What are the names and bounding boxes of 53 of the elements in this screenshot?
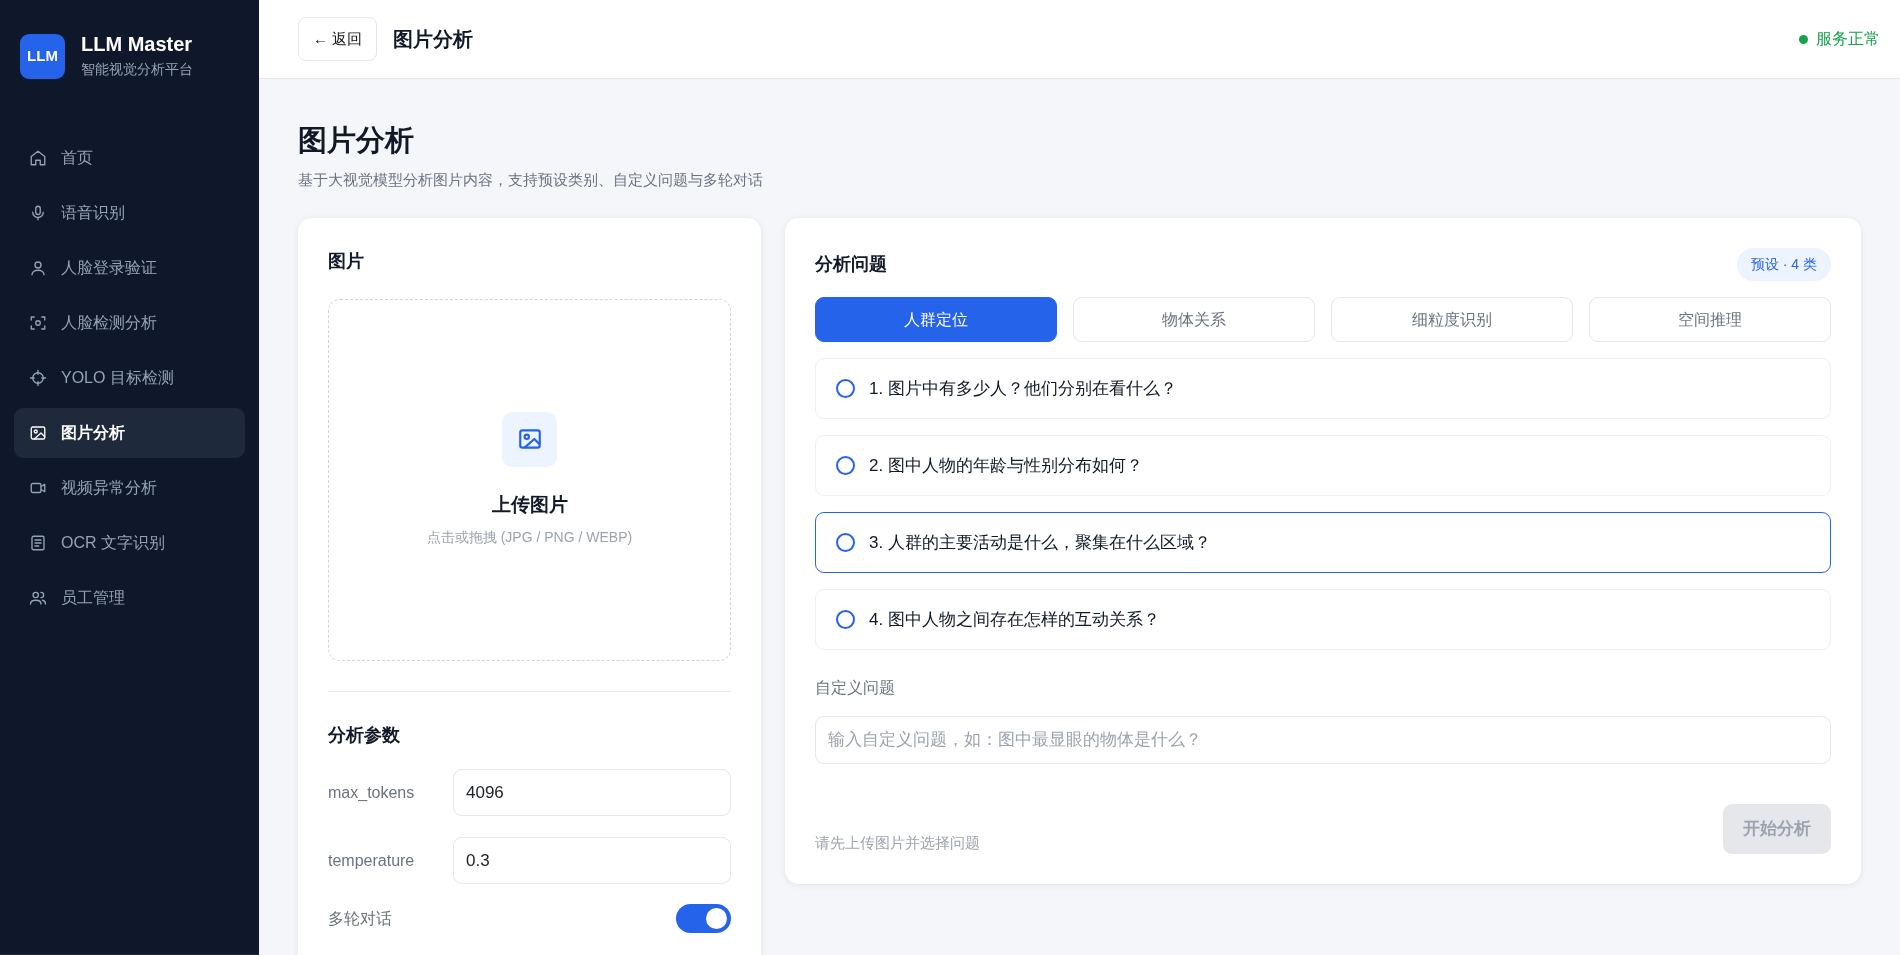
radio-button[interactable] xyxy=(836,533,855,552)
home-icon xyxy=(29,149,47,167)
radio-button[interactable] xyxy=(836,456,855,475)
sidebar-item[interactable]: 人脸检测分析 xyxy=(14,298,245,348)
back-button[interactable]: ← 返回 xyxy=(298,17,378,61)
document-icon xyxy=(29,534,47,552)
sidebar-item[interactable]: 语音识别 xyxy=(14,188,245,238)
field-label: max_tokens xyxy=(328,782,416,803)
image-icon xyxy=(29,424,47,442)
hint-text: 请先上传图片并选择问题 xyxy=(815,832,980,853)
number-field[interactable]: 4096 xyxy=(453,769,731,816)
card-title: 图片 xyxy=(328,250,365,273)
toggle-switch[interactable] xyxy=(676,904,731,933)
number-field[interactable]: 0.3 xyxy=(453,837,731,884)
sidebar-item[interactable]: 员工管理 xyxy=(14,573,245,623)
upload-title: 上传图片 xyxy=(491,492,568,517)
sidebar-item[interactable]: OCR 文字识别 xyxy=(14,518,245,568)
category-tab[interactable]: 人群定位 xyxy=(815,297,1057,342)
sidebar-item[interactable]: 图片分析 xyxy=(14,408,245,458)
question-input[interactable]: 输入自定义问题，如：图中最显眼的物体是什么？ xyxy=(815,716,1831,764)
field-label: 自定义问题 xyxy=(815,678,896,698)
upload-area[interactable]: 上传图片 点击或拖拽 (JPG / PNG / WEBP) xyxy=(328,299,731,661)
crosshair-icon xyxy=(29,369,47,387)
sidebar-item[interactable]: 首页 xyxy=(14,133,245,183)
user-icon xyxy=(29,259,47,277)
microphone-icon xyxy=(29,204,47,222)
page-title: 图片分析 xyxy=(298,123,415,158)
category-tab[interactable]: 物体关系 xyxy=(1073,297,1315,342)
question-option[interactable]: 4. 图中人物之间存在怎样的互动关系？ xyxy=(815,589,1831,650)
users-icon xyxy=(29,589,47,607)
category-tab[interactable]: 细粒度识别 xyxy=(1331,297,1573,342)
face-scan-icon xyxy=(29,314,47,332)
section-title: 分析参数 xyxy=(328,724,401,747)
question-option[interactable]: 3. 人群的主要活动是什么，聚集在什么区域？ xyxy=(815,512,1831,573)
toggle-label: 多轮对话 xyxy=(328,908,393,929)
header-title: 图片分析 xyxy=(393,27,474,52)
question-option[interactable]: 1. 图片中有多少人？他们分别在看什么？ xyxy=(815,358,1831,419)
category-tab[interactable]: 空间推理 xyxy=(1589,297,1831,342)
radio-button[interactable] xyxy=(836,610,855,629)
question-option[interactable]: 2. 图中人物的年龄与性别分布如何？ xyxy=(815,435,1831,496)
category-badge: 预设 · 4 类 xyxy=(1736,248,1831,281)
card-title: 分析问题 xyxy=(815,253,887,276)
app-title: LLM Master xyxy=(81,33,193,55)
logo: LLM xyxy=(20,34,65,79)
sidebar-item[interactable]: 人脸登录验证 xyxy=(14,243,245,293)
app-subtitle: 智能视觉分析平台 xyxy=(81,60,193,79)
sidebar-item[interactable]: 视频异常分析 xyxy=(14,463,245,513)
status-text: 服务正常 xyxy=(1816,29,1880,49)
field-label: temperature xyxy=(328,850,416,871)
radio-button[interactable] xyxy=(836,379,855,398)
upload-hint: 点击或拖拽 (JPG / PNG / WEBP) xyxy=(426,528,633,548)
page-subtitle: 基于大视觉模型分析图片内容，支持预设类别、自定义问题与多轮对话 xyxy=(298,169,764,190)
sidebar-item[interactable]: YOLO 目标检测 xyxy=(14,353,245,403)
